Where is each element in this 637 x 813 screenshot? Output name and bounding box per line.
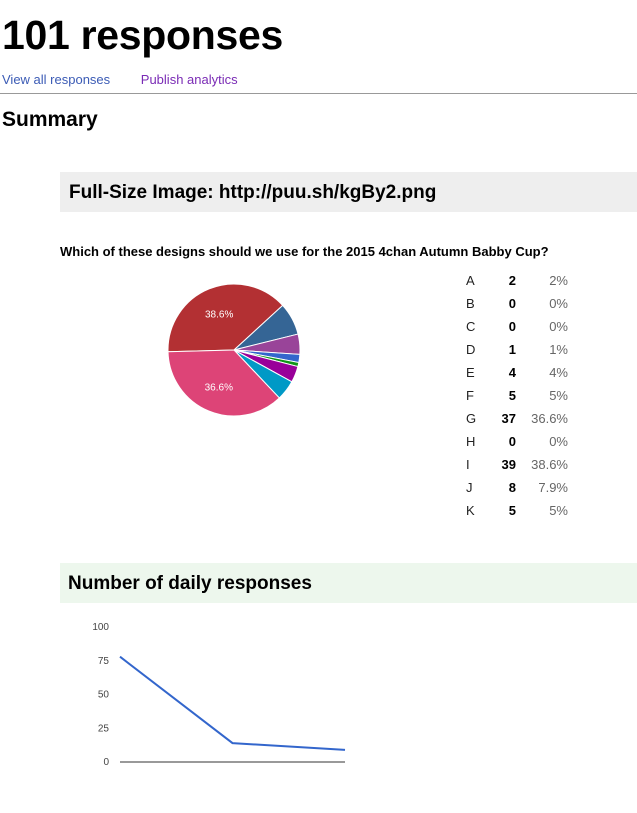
publish-analytics-link[interactable]: Publish analytics <box>141 72 238 87</box>
image-section-title: Full-Size Image: http://puu.sh/kgBy2.png <box>69 182 437 203</box>
option-count: 5 <box>508 388 516 403</box>
option-percent: 5% <box>549 388 568 403</box>
y-tick-label: 25 <box>98 723 110 734</box>
option-label: D <box>466 342 476 357</box>
line-chart: 0 25 50 75 100 <box>92 622 346 768</box>
option-count: 0 <box>508 296 516 311</box>
option-percent: 1% <box>549 342 568 357</box>
option-percent: 0% <box>549 434 568 449</box>
result-row: C 0 0% <box>466 315 568 338</box>
pie-data-label: 38.6% <box>205 309 233 320</box>
option-percent: 4% <box>549 365 568 380</box>
result-row: H 0 0% <box>466 430 568 453</box>
question-title: Which of these designs should we use for… <box>60 244 549 259</box>
option-count: 0 <box>508 434 516 449</box>
y-tick-label: 75 <box>98 656 110 667</box>
option-label: I <box>466 457 470 472</box>
option-label: H <box>466 434 476 449</box>
option-percent: 38.6% <box>531 457 568 472</box>
result-row: D 1 1% <box>466 338 568 361</box>
result-row: A 2 2% <box>466 269 568 292</box>
option-label: F <box>466 388 474 403</box>
y-tick-label: 50 <box>98 690 110 701</box>
series-line <box>119 655 346 751</box>
daily-section-header: Number of daily responses <box>60 563 637 603</box>
option-count: 8 <box>508 480 516 495</box>
option-label: J <box>466 480 473 495</box>
option-label: K <box>466 503 475 518</box>
option-count: 2 <box>508 273 516 288</box>
header-links: View all responses Publish analytics <box>2 72 238 87</box>
results-table: A 2 2% B 0 0% C 0 0% D 1 1% E 4 4% F 5 5% G 37 36.6% H 0 0% I 39 3… <box>466 269 568 522</box>
y-tick-label: 100 <box>92 622 109 633</box>
option-count: 1 <box>508 342 516 357</box>
pie-data-label: 36.6% <box>205 383 233 394</box>
option-count: 5 <box>508 503 516 518</box>
result-row: G 37 36.6% <box>466 407 568 430</box>
option-label: B <box>466 296 475 311</box>
option-count: 4 <box>508 365 516 380</box>
option-count: 37 <box>501 411 516 426</box>
result-row: B 0 0% <box>466 292 568 315</box>
view-all-responses-link[interactable]: View all responses <box>2 72 110 87</box>
option-percent: 36.6% <box>531 411 568 426</box>
option-percent: 7.9% <box>538 480 568 495</box>
result-row: J 8 7.9% <box>466 476 568 499</box>
result-row: F 5 5% <box>466 384 568 407</box>
option-count: 39 <box>501 457 516 472</box>
pie-chart: 38.6% 36.6% <box>167 283 301 417</box>
option-label: A <box>466 273 475 288</box>
result-row: E 4 4% <box>466 361 568 384</box>
option-label: C <box>466 319 476 334</box>
option-percent: 0% <box>549 319 568 334</box>
divider <box>0 93 637 94</box>
option-percent: 0% <box>549 296 568 311</box>
option-count: 0 <box>508 319 516 334</box>
page-title: 101 responses <box>2 12 283 58</box>
daily-section-title: Number of daily responses <box>68 573 312 594</box>
summary-heading: Summary <box>2 108 98 131</box>
option-label: E <box>466 365 475 380</box>
image-section-header: Full-Size Image: http://puu.sh/kgBy2.png <box>60 172 637 212</box>
result-row: K 5 5% <box>466 499 568 522</box>
option-label: G <box>466 411 477 426</box>
result-row: I 39 38.6% <box>466 453 568 476</box>
y-tick-label: 0 <box>103 757 109 768</box>
option-percent: 2% <box>549 273 568 288</box>
option-percent: 5% <box>549 503 568 518</box>
